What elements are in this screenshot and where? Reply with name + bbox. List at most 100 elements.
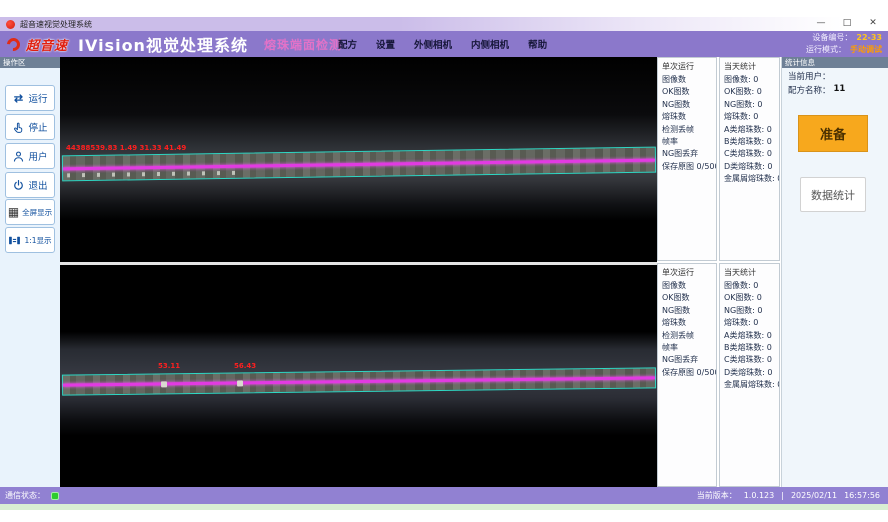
stat-row: 检测丢帧 <box>662 330 712 342</box>
bead-strip-image <box>62 367 656 395</box>
stop-button[interactable]: 停止 <box>5 114 55 140</box>
application-window: 超音速视觉处理系统 — □ ✕ 超音速 IVision视觉处理系统 熔珠端面检测… <box>0 0 888 522</box>
version-label: 当前版本： <box>697 490 737 501</box>
measurement-annotation: 56.43 <box>234 362 256 370</box>
stat-row: B类熔珠数: 0 <box>724 136 775 148</box>
run-button[interactable]: 运行 <box>5 85 55 111</box>
comm-status-label: 通信状态： <box>5 490 45 501</box>
app-icon <box>6 20 15 29</box>
stat-row: C类熔珠数: 0 <box>724 354 775 366</box>
stop-button-label: 停止 <box>28 120 47 134</box>
stat-row: C类熔珠数: 0 <box>724 148 775 160</box>
single-run-stats-top: 单次运行 图像数 OK图数 NG图数 熔珠数 检测丢帧 帧率 NG图丢弃 保存原… <box>657 57 717 261</box>
camera-area: 44388539.83 1.49 31.33 41.49 53.11 56.43 <box>60 57 657 487</box>
stop-hand-icon <box>12 121 25 134</box>
comm-status-indicator <box>51 492 59 500</box>
brand-logo-text: 超音速 <box>26 35 68 54</box>
main-menu: 配方 设置 外侧相机 内侧相机 帮助 <box>338 31 547 57</box>
detection-line <box>63 376 655 386</box>
inner-camera-view: 53.11 56.43 <box>60 265 657 487</box>
fullscreen-button-label: 全屏显示 <box>22 207 52 218</box>
bead-dots <box>67 171 242 178</box>
stat-row: A类熔珠数: 0 <box>724 330 775 342</box>
stat-row: OK图数: 0 <box>724 292 775 304</box>
panel-title: 单次运行 <box>662 61 712 72</box>
daily-stats-top: 当天统计 图像数: 0 OK图数: 0 NG图数: 0 熔珠数: 0 A类熔珠数… <box>719 57 780 261</box>
run-mode-label: 运行模式： <box>806 44 846 55</box>
measurement-annotation: 44388539.83 1.49 31.33 41.49 <box>66 144 186 152</box>
stat-row: 图像数 <box>662 74 712 86</box>
menu-item-outer-camera[interactable]: 外侧相机 <box>414 37 452 51</box>
daily-stats-bottom: 当天统计 图像数: 0 OK图数: 0 NG图数: 0 熔珠数: 0 A类熔珠数… <box>719 263 780 487</box>
status-date: 2025/02/11 <box>791 491 837 500</box>
window-titlebar: 超音速视觉处理系统 <box>0 17 888 31</box>
app-header: 超音速 IVision视觉处理系统 熔珠端面检测 配方 设置 外侧相机 内侧相机… <box>0 31 888 57</box>
prepare-button[interactable]: 准备 <box>798 115 868 152</box>
status-time: 16:57:56 <box>844 491 880 500</box>
run-mode-value: 手动调试 <box>850 44 882 55</box>
recipe-name-value: 11 <box>834 84 846 96</box>
current-user-label: 当前用户： <box>788 70 831 82</box>
stat-row: 熔珠数: 0 <box>724 111 775 123</box>
exit-button[interactable]: 退出 <box>5 172 55 198</box>
menu-item-recipe[interactable]: 配方 <box>338 37 357 51</box>
stat-row: 金属屑熔珠数: 0 <box>724 173 775 185</box>
one-to-one-button[interactable]: 1:1显示 <box>5 227 55 253</box>
stat-row: D类熔珠数: 0 <box>724 367 775 379</box>
stat-row: NG图丢弃 <box>662 354 712 366</box>
separator: | <box>781 491 784 500</box>
bead-mark <box>237 380 243 386</box>
measurement-annotation: 53.11 <box>158 362 180 370</box>
operation-sidebar: 操作区 运行 停止 用户 退出 ▦ <box>0 57 60 487</box>
stat-row: OK图数 <box>662 292 712 304</box>
info-panel-header: 统计信息 <box>782 57 888 68</box>
stat-row: 帧率 <box>662 136 712 148</box>
window-title: 超音速视觉处理系统 <box>20 19 92 30</box>
version-value: 1.0.123 <box>744 491 775 500</box>
stat-row: OK图数: 0 <box>724 86 775 98</box>
app-subtitle: 熔珠端面检测 <box>264 36 342 53</box>
stat-row: 检测丢帧 <box>662 124 712 136</box>
menu-item-settings[interactable]: 设置 <box>376 37 395 51</box>
user-button-label: 用户 <box>28 149 47 163</box>
stat-row: 图像数 <box>662 280 712 292</box>
outer-camera-view: 44388539.83 1.49 31.33 41.49 <box>60 57 657 262</box>
one-to-one-button-label: 1:1显示 <box>24 235 51 246</box>
exit-button-label: 退出 <box>28 178 47 192</box>
run-icon <box>12 92 25 105</box>
stat-row: 保存原图 0/500 <box>662 161 712 173</box>
recipe-name-label: 配方名称： <box>788 84 831 96</box>
menu-item-help[interactable]: 帮助 <box>528 37 547 51</box>
user-icon <box>12 150 25 163</box>
stat-row: A类熔珠数: 0 <box>724 124 775 136</box>
run-button-label: 运行 <box>28 91 47 105</box>
panel-title: 当天统计 <box>724 267 775 278</box>
stat-row: NG图数 <box>662 99 712 111</box>
one-to-one-icon <box>8 235 21 246</box>
stat-row: 金属屑熔珠数: 0 <box>724 379 775 391</box>
bead-mark <box>161 381 167 387</box>
device-id-label: 设备编号： <box>812 32 852 43</box>
close-button[interactable]: ✕ <box>866 16 880 30</box>
stat-row: 保存原图 0/500 <box>662 367 712 379</box>
panel-title: 当天统计 <box>724 61 775 72</box>
status-bar: 通信状态： 当前版本： 1.0.123 | 2025/02/11 16:57:5… <box>0 487 888 504</box>
power-icon <box>12 179 25 192</box>
stat-row: 熔珠数 <box>662 111 712 123</box>
user-button[interactable]: 用户 <box>5 143 55 169</box>
window-controls: — □ ✕ <box>814 16 880 30</box>
stat-row: B类熔珠数: 0 <box>724 342 775 354</box>
menu-item-inner-camera[interactable]: 内侧相机 <box>471 37 509 51</box>
fullscreen-button[interactable]: ▦ 全屏显示 <box>5 199 55 225</box>
data-statistics-button[interactable]: 数据统计 <box>800 177 866 212</box>
stat-row: NG图丢弃 <box>662 148 712 160</box>
stat-row: 熔珠数 <box>662 317 712 329</box>
single-run-stats-bottom: 单次运行 图像数 OK图数 NG图数 熔珠数 检测丢帧 帧率 NG图丢弃 保存原… <box>657 263 717 487</box>
maximize-button[interactable]: □ <box>840 16 854 30</box>
sidebar-header: 操作区 <box>0 57 60 68</box>
minimize-button[interactable]: — <box>814 16 828 30</box>
stat-row: 熔珠数: 0 <box>724 317 775 329</box>
stat-row: 帧率 <box>662 342 712 354</box>
stat-row: OK图数 <box>662 86 712 98</box>
stat-row: 图像数: 0 <box>724 280 775 292</box>
